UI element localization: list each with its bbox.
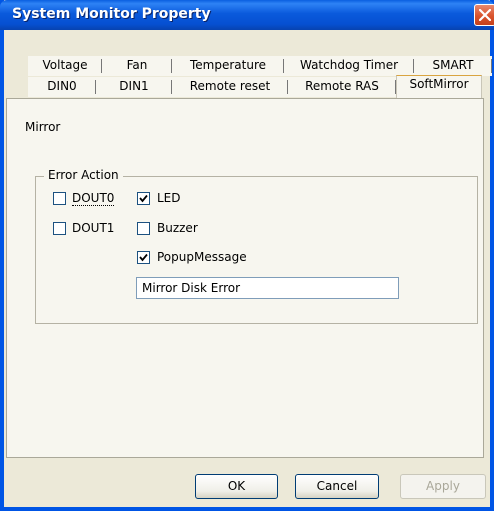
- apply-button[interactable]: Apply: [400, 474, 486, 499]
- tab-remote-ras[interactable]: Remote RAS: [288, 77, 396, 97]
- title-bar[interactable]: System Monitor Property: [0, 0, 494, 30]
- tab-remote-reset[interactable]: Remote reset: [172, 77, 288, 97]
- dout0-checkbox[interactable]: [53, 192, 66, 205]
- led-label[interactable]: LED: [157, 191, 181, 205]
- ok-button[interactable]: OK: [195, 474, 278, 499]
- dout1-label[interactable]: DOUT1: [72, 221, 114, 235]
- close-icon: [479, 9, 491, 21]
- close-button[interactable]: [474, 4, 494, 26]
- checkmark-icon: [139, 253, 148, 262]
- cancel-button[interactable]: Cancel: [295, 474, 379, 499]
- tab-temperature[interactable]: Temperature: [172, 56, 284, 76]
- popup-message-input[interactable]: Mirror Disk Error: [136, 277, 399, 299]
- tab-din0[interactable]: DIN0: [28, 77, 96, 97]
- led-checkbox[interactable]: [137, 192, 150, 205]
- buzzer-checkbox[interactable]: [137, 222, 150, 235]
- error-action-title: Error Action: [44, 168, 123, 182]
- section-label-mirror: Mirror: [25, 120, 61, 134]
- tab-watchdog-timer[interactable]: Watchdog Timer: [284, 56, 414, 76]
- buzzer-label[interactable]: Buzzer: [157, 221, 198, 235]
- tab-voltage[interactable]: Voltage: [28, 56, 102, 76]
- popupmessage-label[interactable]: PopupMessage: [157, 250, 247, 264]
- checkmark-icon: [139, 194, 148, 203]
- tab-fan[interactable]: Fan: [102, 56, 172, 76]
- tab-softmirror[interactable]: SoftMirror: [396, 75, 482, 98]
- popupmessage-checkbox[interactable]: [137, 251, 150, 264]
- tab-din1[interactable]: DIN1: [96, 77, 172, 97]
- tab-smart[interactable]: SMART: [414, 56, 492, 76]
- window-title: System Monitor Property: [12, 6, 211, 22]
- dout0-label[interactable]: DOUT0: [72, 191, 115, 206]
- dout1-checkbox[interactable]: [53, 222, 66, 235]
